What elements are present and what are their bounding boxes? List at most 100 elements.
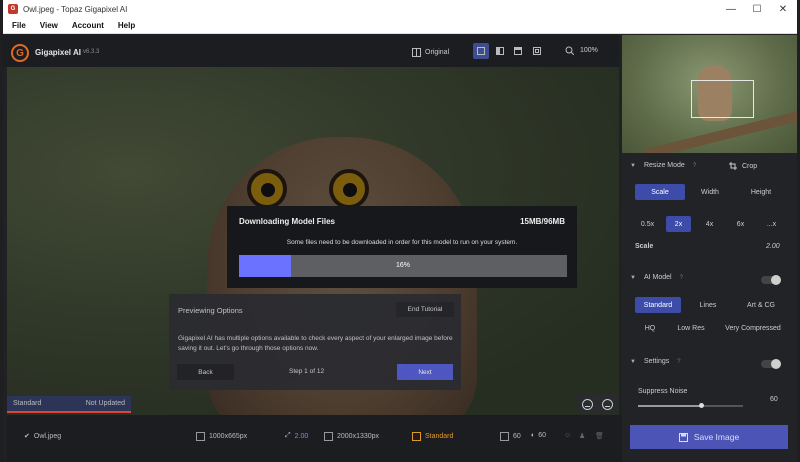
view-grid-button[interactable] (529, 43, 545, 59)
original-toggle-button[interactable]: Original (412, 46, 449, 58)
check-icon: ✔ (24, 433, 30, 440)
ai-model-toggle[interactable] (761, 275, 781, 285)
crop-button[interactable]: Crop (729, 162, 757, 170)
scale-indicator: ⤢ 2.00 (285, 432, 309, 440)
original-label: Original (425, 48, 450, 56)
file-name: Owl.jpeg (33, 432, 62, 440)
window-title: Owl.jpeg - Topaz Gigapixel AI (23, 4, 128, 14)
end-tutorial-button[interactable]: End Tutorial (396, 302, 454, 317)
suppress-noise-slider[interactable] (638, 403, 743, 408)
menu-view[interactable]: View (40, 21, 58, 30)
tab-scale[interactable]: Scale (635, 184, 685, 200)
view-side-by-side-button[interactable] (510, 43, 526, 59)
tutorial-back-button[interactable]: Back (177, 364, 234, 380)
chevron-down-icon: ▼ (630, 162, 636, 169)
model-lines[interactable]: Lines (685, 297, 731, 313)
maximize-button[interactable]: ☐ (745, 0, 769, 18)
menu-file[interactable]: File (12, 21, 26, 30)
tab-height[interactable]: Height (735, 184, 787, 200)
scale-preset-2x[interactable]: 2x (666, 216, 691, 232)
save-image-button[interactable]: Save Image (630, 425, 788, 449)
tutorial-body: Gigapixel AI has multiple options availa… (178, 335, 453, 352)
save-image-label: Save Image (693, 432, 740, 442)
suppress-noise-handle[interactable] (699, 403, 704, 408)
settings-header[interactable]: ▼ Settings ? (630, 358, 681, 365)
navigator-viewport-rect[interactable] (691, 80, 754, 118)
person-icon[interactable]: ♟ (579, 432, 585, 440)
save-icon (678, 432, 688, 442)
trash-icon[interactable]: 🗑 (595, 432, 604, 440)
canvas-state-label: Not Updated (85, 400, 125, 407)
file-item[interactable]: ✔ Owl.jpeg (24, 432, 62, 441)
resize-mode-header[interactable]: ▼ Resize Mode ? (630, 162, 696, 169)
app-logo: G (11, 44, 29, 62)
zoom-icon (565, 46, 574, 55)
expand-icon: ⤢ (285, 432, 291, 439)
help-icon[interactable]: ? (677, 359, 680, 365)
download-progress-label: 16% (395, 262, 410, 269)
minimize-button[interactable]: — (719, 0, 743, 18)
ai-model-row-2: HQ Low Res Very Compressed (635, 320, 789, 336)
download-title: Downloading Model Files (239, 217, 335, 226)
smile-icon[interactable] (581, 398, 593, 410)
title-bar: G Owl.jpeg - Topaz Gigapixel AI — ☐ ✕ (3, 0, 797, 18)
suppress-noise-label: Suppress Noise (638, 388, 688, 395)
menu-bar: File View Account Help (3, 18, 797, 34)
canvas-status-strip: Standard Not Updated (7, 396, 131, 413)
feedback-box (577, 394, 617, 414)
help-icon[interactable]: ? (680, 275, 683, 281)
download-description: Some files need to be downloaded in orde… (286, 239, 518, 246)
side-by-side-icon (514, 47, 522, 55)
source-size: 1000x665px (196, 432, 247, 441)
grid-view-icon (533, 47, 541, 55)
model-very-compressed[interactable]: Very Compressed (717, 320, 789, 336)
face-icon[interactable]: ☺ (564, 432, 571, 439)
canvas-model-label: Standard (13, 400, 42, 407)
view-single-button[interactable] (473, 43, 489, 59)
tutorial-step-indicator: Step 1 of 12 (289, 368, 325, 375)
drop-icon: ◖ (530, 432, 535, 439)
resize-mode-tabs: Scale Width Height (635, 184, 787, 200)
menu-account[interactable]: Account (72, 21, 104, 30)
tab-width[interactable]: Width (685, 184, 735, 200)
app-icon: G (8, 4, 18, 14)
download-size: 15MB/96MB (520, 217, 565, 226)
tutorial-next-button[interactable]: Next (397, 364, 453, 380)
zoom-control[interactable]: 100% (565, 46, 598, 55)
view-split-button[interactable] (492, 43, 508, 59)
app-window: G Owl.jpeg - Topaz Gigapixel AI — ☐ ✕ Fi… (3, 0, 797, 462)
close-button[interactable]: ✕ (771, 0, 795, 18)
neutral-face-icon[interactable] (601, 398, 613, 410)
scale-value[interactable]: 2.00 (766, 243, 780, 250)
scale-preset-custom[interactable]: ...x (759, 216, 784, 232)
navigator-thumbnail[interactable] (622, 35, 797, 153)
model-hq[interactable]: HQ (635, 320, 665, 336)
app-name: Gigapixel AI (35, 48, 81, 57)
settings-toggle[interactable] (761, 359, 781, 369)
model-low-res[interactable]: Low Res (669, 320, 713, 336)
ai-model-row-1: Standard Lines Art & CG (635, 297, 787, 313)
suppress-noise-fill (638, 405, 701, 407)
ai-model-header[interactable]: ▼ AI Model ? (630, 274, 683, 281)
scale-preset-0-5x[interactable]: 0.5x (635, 216, 660, 232)
scale-label: Scale (635, 243, 654, 250)
tutorial-box: Previewing Options End Tutorial Gigapixe… (169, 294, 461, 390)
crop-icon (729, 162, 737, 170)
crop-label: Crop (742, 162, 758, 170)
app-version: v6.3.3 (83, 49, 100, 55)
tutorial-title: Previewing Options (178, 306, 243, 315)
image-size-icon (196, 432, 205, 441)
menu-help[interactable]: Help (118, 21, 135, 30)
model-standard[interactable]: Standard (635, 297, 681, 313)
suppress-noise-value[interactable]: 60 (770, 396, 778, 403)
scale-preset-4x[interactable]: 4x (697, 216, 722, 232)
noise-icon (500, 432, 509, 441)
noise-indicator: 60 (500, 432, 521, 441)
settings-label: Settings (643, 358, 670, 365)
split-view-icon (496, 47, 504, 55)
model-art-cg[interactable]: Art & CG (735, 297, 787, 313)
scale-preset-6x[interactable]: 6x (728, 216, 753, 232)
scale-presets: 0.5x 2x 4x 6x ...x (635, 216, 784, 232)
help-icon[interactable]: ? (693, 163, 696, 169)
chevron-down-icon: ▼ (630, 274, 636, 281)
